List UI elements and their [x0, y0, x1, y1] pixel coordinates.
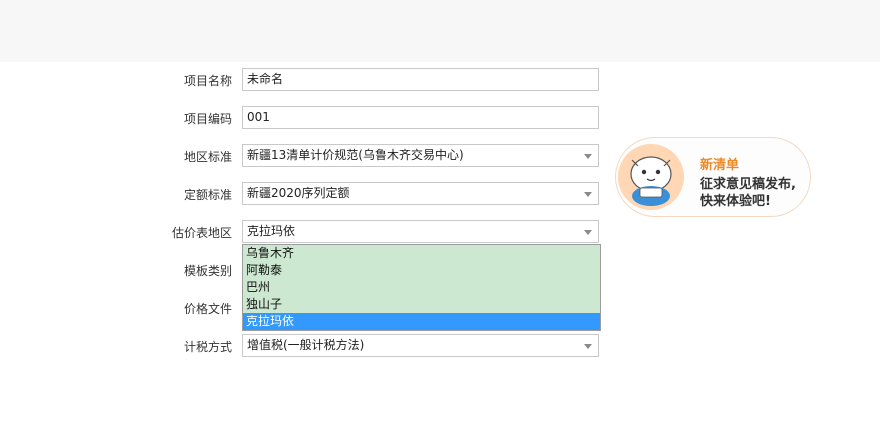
estimate-region-dropdown[interactable]: 乌鲁木齐 阿勒泰 巴州 独山子 克拉玛依 — [242, 244, 601, 331]
top-bar — [0, 0, 880, 62]
chevron-down-icon — [584, 344, 592, 349]
banner-title: 新清单 — [700, 158, 740, 173]
new-list-banner[interactable]: 新清单 征求意见稿发布, 快来体验吧! — [615, 137, 811, 217]
chevron-down-icon — [584, 192, 592, 197]
chevron-down-icon — [584, 154, 592, 159]
dropdown-option[interactable]: 阿勒泰 — [243, 262, 600, 279]
estimate-region-select[interactable]: 克拉玛依 — [242, 220, 599, 243]
project-code-value: 001 — [247, 110, 270, 124]
project-code-input[interactable]: 001 — [242, 106, 599, 129]
quota-standard-label: 定额标准 — [183, 188, 232, 202]
dropdown-option[interactable]: 巴州 — [243, 279, 600, 296]
dropdown-option[interactable]: 乌鲁木齐 — [243, 245, 600, 262]
dropdown-option-selected[interactable]: 克拉玛依 — [243, 313, 600, 330]
tax-method-value: 增值税(一般计税方法) — [247, 338, 365, 352]
project-name-input[interactable]: 未命名 — [242, 68, 599, 91]
quota-standard-select[interactable]: 新疆2020序列定额 — [242, 182, 599, 205]
region-standard-label: 地区标准 — [183, 150, 232, 164]
project-code-label: 项目编码 — [183, 112, 232, 126]
mascot-icon — [618, 144, 684, 210]
price-file-label: 价格文件 — [183, 302, 232, 316]
region-standard-select[interactable]: 新疆13清单计价规范(乌鲁木齐交易中心) — [242, 144, 599, 167]
quota-standard-value: 新疆2020序列定额 — [247, 186, 350, 200]
region-standard-value: 新疆13清单计价规范(乌鲁木齐交易中心) — [247, 148, 464, 162]
banner-line2: 快来体验吧! — [700, 194, 771, 209]
project-name-label: 项目名称 — [183, 74, 232, 88]
estimate-region-label: 估价表地区 — [171, 226, 232, 240]
template-category-label: 模板类别 — [183, 264, 232, 278]
tax-method-select[interactable]: 增值税(一般计税方法) — [242, 334, 599, 357]
estimate-region-value: 克拉玛依 — [247, 224, 296, 238]
chevron-down-icon — [584, 230, 592, 235]
project-name-value: 未命名 — [247, 72, 284, 86]
dropdown-option[interactable]: 独山子 — [243, 296, 600, 313]
tax-method-label: 计税方式 — [183, 340, 232, 354]
